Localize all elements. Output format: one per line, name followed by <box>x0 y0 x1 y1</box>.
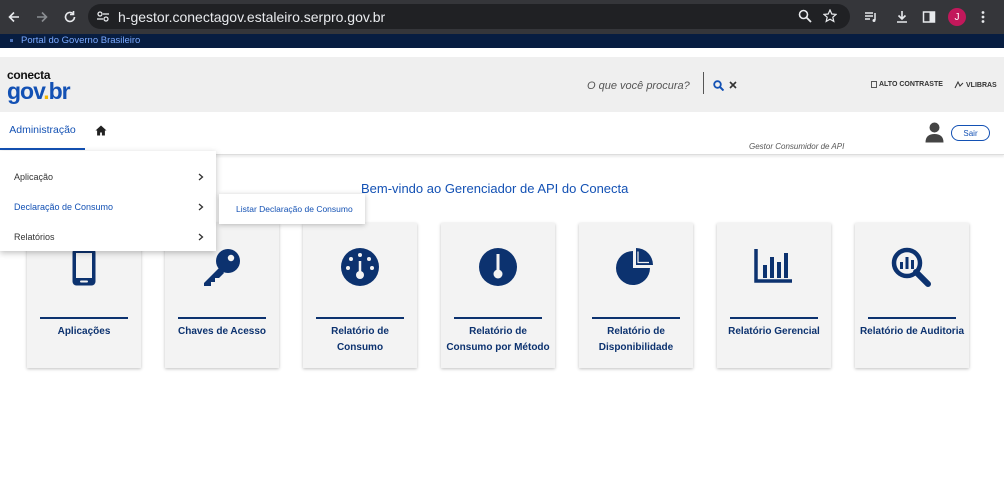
main-nav: Administração Gestor Consumidor de API S… <box>0 112 1004 155</box>
site-header: conecta gov.br O que você procura? ALTO … <box>0 57 1004 112</box>
user-role: Gestor Consumidor de API <box>749 142 845 151</box>
card-relatorio-de-consumo[interactable]: Relatório de Consumo <box>303 223 417 368</box>
clear-search-icon[interactable] <box>729 81 737 89</box>
card-label: Aplicações <box>57 326 111 337</box>
card-label: Relatório de Consumo <box>331 326 389 353</box>
site-settings-icon[interactable] <box>97 11 109 22</box>
profile-avatar[interactable]: J <box>948 8 966 26</box>
home-icon[interactable] <box>95 125 107 136</box>
user-icon[interactable] <box>925 122 944 143</box>
chevron-right-icon <box>198 173 204 181</box>
gov-bar: Portal do Governo Brasileiro <box>0 34 1004 48</box>
pie-chart-icon <box>579 247 693 291</box>
conecta-logo[interactable]: conecta gov.br <box>7 68 71 103</box>
admin-dropdown-menu: Aplicação Declaração de Consumo Relatóri… <box>0 151 216 251</box>
card-relatorio-de-disponibilidade[interactable]: Relatório de Disponibilidade <box>579 223 693 368</box>
thermometer-icon <box>441 247 555 291</box>
menu-item-label: Aplicação <box>14 172 54 182</box>
search-divider <box>703 72 704 94</box>
bookmark-star-icon[interactable] <box>823 9 837 23</box>
more-menu-icon[interactable] <box>976 10 990 24</box>
card-label: Relatório Gerencial <box>728 326 820 337</box>
side-panel-icon[interactable] <box>922 10 936 24</box>
gauge-icon <box>303 247 417 291</box>
address-bar[interactable]: h-gestor.conectagov.estaleiro.serpro.gov… <box>88 4 850 29</box>
logo-bottom-text: gov.br <box>7 80 71 103</box>
menu-item-label: Relatórios <box>14 232 55 242</box>
forward-icon[interactable] <box>29 4 55 30</box>
card-divider <box>592 317 680 319</box>
menu-item-declaracao-de-consumo[interactable]: Declaração de Consumo <box>0 192 216 222</box>
reload-icon[interactable] <box>57 4 83 30</box>
search-icon[interactable] <box>713 80 724 91</box>
download-icon[interactable] <box>895 10 909 24</box>
menu-item-aplicacao[interactable]: Aplicação <box>0 162 216 192</box>
card-relatorio-gerencial[interactable]: Relatório Gerencial <box>717 223 831 368</box>
browser-toolbar: h-gestor.conectagov.estaleiro.serpro.gov… <box>0 0 1004 34</box>
card-label: Relatório de Auditoria <box>859 326 965 337</box>
gov-bar-dot <box>10 39 13 42</box>
high-contrast-button[interactable]: ALTO CONTRASTE <box>871 81 943 88</box>
nav-administracao[interactable]: Administração <box>0 112 85 150</box>
mobile-icon <box>27 247 141 291</box>
sign-language-icon <box>954 81 964 89</box>
contrast-icon <box>871 81 877 88</box>
card-divider <box>40 317 128 319</box>
media-queue-icon[interactable] <box>864 10 878 24</box>
card-divider <box>454 317 542 319</box>
high-contrast-label: ALTO CONTRASTE <box>879 81 943 88</box>
key-icon <box>165 247 279 291</box>
submenu-listar-declaracao[interactable]: Listar Declaração de Consumo <box>219 194 365 224</box>
logout-button[interactable]: Sair <box>951 125 990 141</box>
card-divider <box>868 317 956 319</box>
zoom-icon[interactable] <box>798 9 812 23</box>
gov-portal-link[interactable]: Portal do Governo Brasileiro <box>21 35 140 46</box>
card-relatorio-de-auditoria[interactable]: Relatório de Auditoria <box>855 223 969 368</box>
card-relatorio-consumo-por-metodo[interactable]: Relatório de Consumo por Método <box>441 223 555 368</box>
url-text: h-gestor.conectagov.estaleiro.serpro.gov… <box>118 8 386 25</box>
card-divider <box>316 317 404 319</box>
page-title: Bem-vindo ao Gerenciador de API do Conec… <box>361 181 629 196</box>
back-icon[interactable] <box>1 4 27 30</box>
menu-item-label: Declaração de Consumo <box>14 202 114 212</box>
logo-gov: gov <box>7 78 44 104</box>
bar-chart-icon <box>717 247 831 291</box>
menu-item-relatorios[interactable]: Relatórios <box>0 222 216 252</box>
card-label: Chaves de Acesso <box>177 326 266 337</box>
logo-br: br <box>48 78 71 104</box>
search-input[interactable]: O que você procura? <box>587 80 690 92</box>
vlibras-button[interactable]: VLIBRAS <box>954 81 997 89</box>
card-divider <box>178 317 266 319</box>
vlibras-label: VLIBRAS <box>966 81 997 89</box>
card-label: Relatório de Disponibilidade <box>598 326 674 353</box>
card-divider <box>730 317 818 319</box>
card-label: Relatório de Consumo por Método <box>446 326 550 353</box>
chevron-right-icon <box>198 233 204 241</box>
search-chart-icon <box>855 247 969 291</box>
chevron-right-icon <box>198 203 204 211</box>
